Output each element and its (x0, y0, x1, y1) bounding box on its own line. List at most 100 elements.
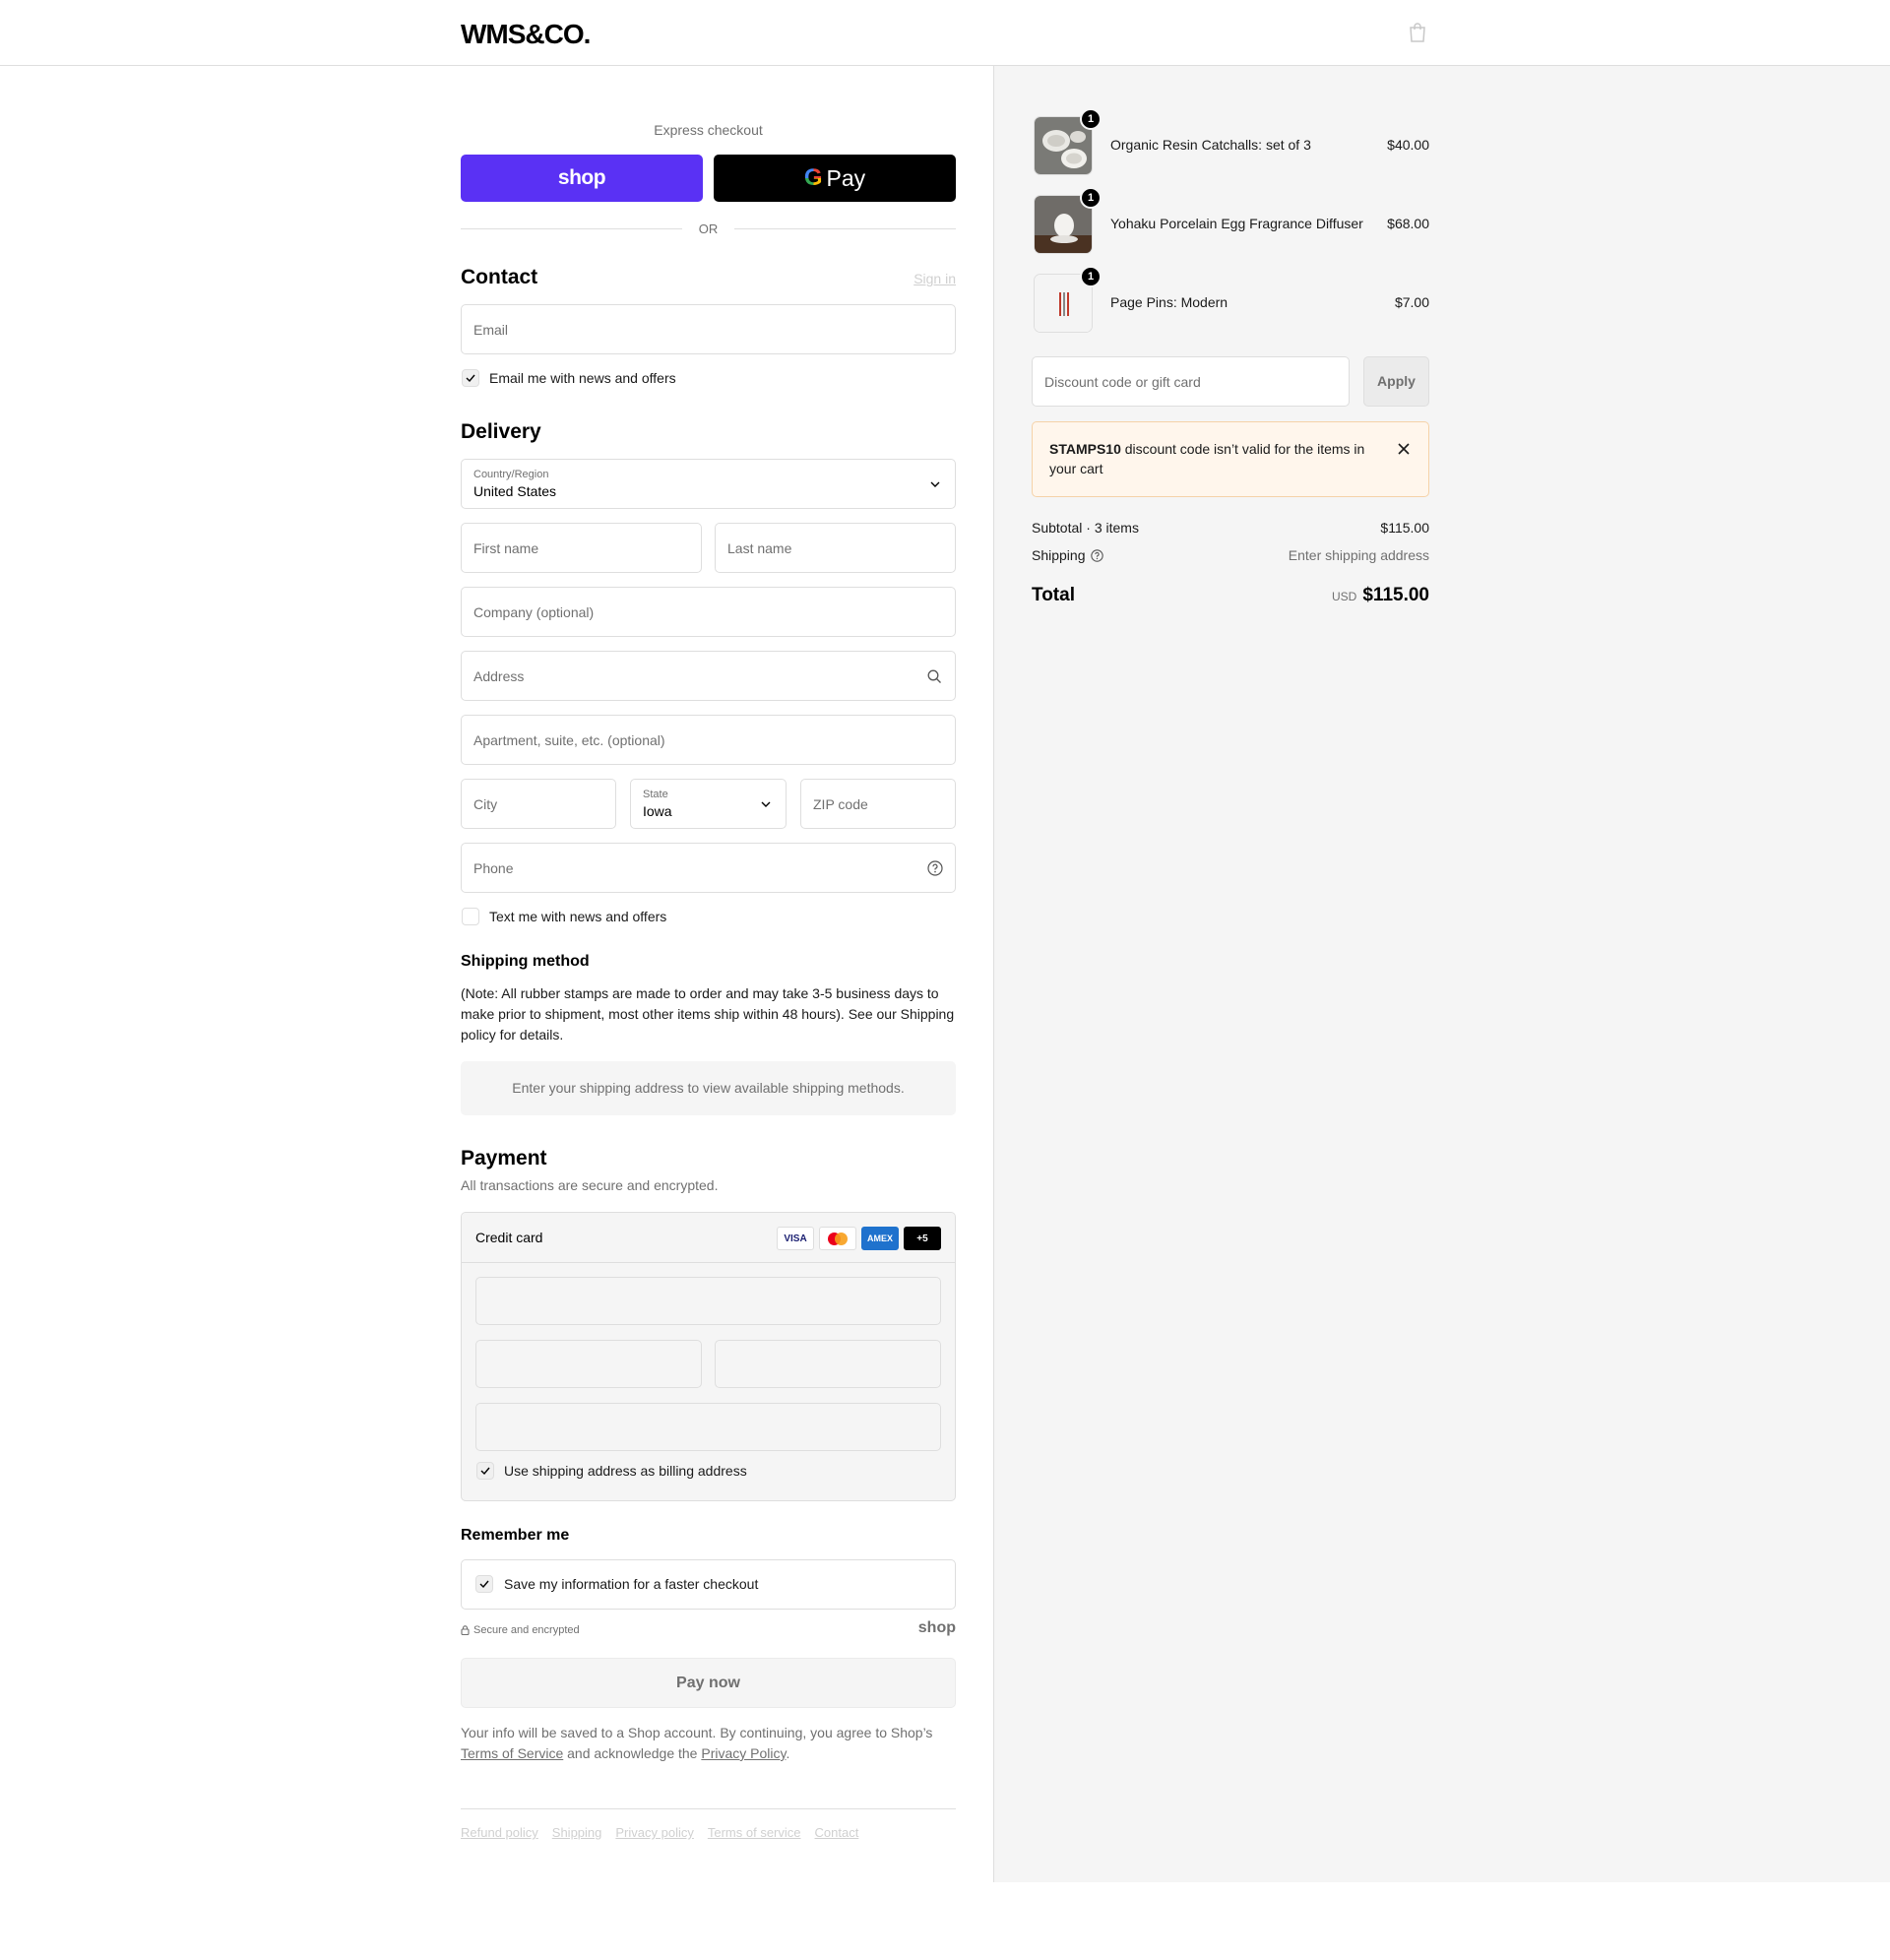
company-placeholder: Company (optional) (473, 604, 595, 620)
or-text: OR (698, 221, 719, 236)
chevron-down-icon (761, 801, 771, 807)
email-news-label: Email me with news and offers (489, 370, 676, 386)
zip-field[interactable]: ZIP code (800, 779, 956, 829)
card-expiry-field[interactable] (475, 1340, 702, 1388)
legal-post: . (786, 1745, 790, 1761)
apartment-placeholder: Apartment, suite, etc. (optional) (473, 732, 665, 748)
card-cvv-field[interactable] (715, 1340, 941, 1388)
item-price: $40.00 (1387, 137, 1429, 153)
credit-card-option[interactable]: Credit card VISA AMEX +5 (462, 1213, 955, 1263)
last-name-field[interactable]: Last name (715, 523, 956, 573)
legal-pre: Your info will be saved to a Shop accoun… (461, 1725, 933, 1740)
pay-now-button[interactable]: Pay now (461, 1658, 956, 1708)
city-field[interactable]: City (461, 779, 616, 829)
city-placeholder: City (473, 796, 498, 812)
apartment-field[interactable]: Apartment, suite, etc. (optional) (461, 715, 956, 765)
shipping-value: Enter shipping address (1288, 547, 1429, 563)
chevron-down-icon (930, 481, 940, 487)
shipping-method-title: Shipping method (461, 953, 590, 970)
company-field[interactable]: Company (optional) (461, 587, 956, 637)
state-value: Iowa (643, 803, 672, 819)
item-name: Yohaku Porcelain Egg Fragrance Diffuser (1110, 216, 1363, 231)
privacy-policy-link[interactable]: Privacy policy (615, 1825, 693, 1840)
phone-field[interactable]: Phone (461, 843, 956, 893)
terms-link[interactable]: Terms of Service (461, 1745, 563, 1761)
checkout-header: WMS&CO. (0, 0, 1890, 66)
subtotal-value: $115.00 (1380, 520, 1429, 536)
cart-item: 1 Organic Resin Catchalls: set of 3 $40.… (1032, 108, 1429, 176)
apply-button[interactable]: Apply (1363, 356, 1429, 407)
privacy-link[interactable]: Privacy Policy (701, 1745, 786, 1761)
remember-me-box: Save my information for a faster checkou… (461, 1559, 956, 1610)
shipping-note: (Note: All rubber stamps are made to ord… (461, 985, 955, 1043)
secure-note: Secure and encrypted (461, 1624, 580, 1636)
cart-item: 1 Page Pins: Modern $7.00 (1032, 266, 1429, 334)
phone-placeholder: Phone (473, 860, 514, 876)
sign-in-link[interactable]: Sign in (914, 271, 956, 286)
or-divider: OR (461, 220, 956, 239)
currency-code: USD (1332, 590, 1357, 603)
save-info-checkbox[interactable] (475, 1575, 493, 1593)
quantity-badge: 1 (1080, 266, 1102, 287)
google-icon: G (803, 164, 823, 191)
address-field[interactable]: Address (461, 651, 956, 701)
discount-code: STAMPS10 (1049, 441, 1121, 457)
search-icon (927, 669, 941, 683)
refund-policy-link[interactable]: Refund policy (461, 1825, 538, 1840)
email-placeholder: Email (473, 322, 509, 338)
shipping-row: Shipping Enter shipping address (1032, 547, 1429, 563)
alert-message: STAMPS10 discount code isn’t valid for t… (1049, 439, 1374, 478)
footer-links: Refund policy Shipping Privacy policy Te… (461, 1825, 858, 1840)
order-summary-panel (993, 66, 1890, 1882)
shop-pay-button[interactable]: shop (461, 155, 703, 202)
text-news-label: Text me with news and offers (489, 909, 667, 924)
state-select[interactable]: State Iowa (630, 779, 787, 829)
first-name-placeholder: First name (473, 540, 539, 556)
contact-link[interactable]: Contact (815, 1825, 859, 1840)
help-icon[interactable] (927, 860, 943, 876)
text-news-checkbox[interactable] (462, 908, 479, 925)
lock-icon (461, 1625, 470, 1635)
credit-card-label: Credit card (475, 1230, 543, 1245)
remember-me-title: Remember me (461, 1527, 570, 1544)
card-number-field[interactable] (475, 1277, 941, 1325)
total-value: USD $115.00 (1332, 585, 1429, 606)
last-name-placeholder: Last name (727, 540, 792, 556)
email-field[interactable]: Email (461, 304, 956, 354)
country-label: Country/Region (473, 469, 549, 480)
country-select[interactable]: Country/Region United States (461, 459, 956, 509)
discount-code-field[interactable]: Discount code or gift card (1032, 356, 1350, 407)
close-icon[interactable] (1397, 442, 1411, 456)
item-name: Organic Resin Catchalls: set of 3 (1110, 137, 1311, 153)
google-pay-label: Pay (826, 164, 866, 191)
billing-address-checkbox[interactable] (476, 1462, 494, 1480)
google-pay-button[interactable]: G Pay (714, 155, 956, 202)
shipping-label: Shipping (1032, 547, 1086, 563)
legal-mid: and acknowledge the (563, 1745, 702, 1761)
discount-error-alert: STAMPS10 discount code isn’t valid for t… (1032, 421, 1429, 497)
subtotal-row: Subtotal · 3 items $115.00 (1032, 520, 1429, 536)
total-label: Total (1032, 585, 1075, 605)
shop-logo: shop (917, 1619, 956, 1636)
country-value: United States (473, 483, 557, 499)
terms-of-service-link[interactable]: Terms of service (708, 1825, 801, 1840)
legal-text: Your info will be saved to a Shop accoun… (461, 1723, 956, 1764)
zip-placeholder: ZIP code (813, 796, 868, 812)
email-news-checkbox[interactable] (462, 369, 479, 387)
shop-pay-label: shop (557, 166, 606, 189)
billing-address-label: Use shipping address as billing address (504, 1463, 747, 1479)
visa-icon: VISA (777, 1227, 814, 1250)
store-logo[interactable]: WMS&CO. (461, 19, 591, 50)
contact-title: Contact (461, 266, 538, 288)
more-cards-badge: +5 (904, 1227, 941, 1250)
secure-text: Secure and encrypted (473, 1624, 580, 1636)
card-name-field[interactable] (475, 1403, 941, 1451)
cart-item: 1 Yohaku Porcelain Egg Fragrance Diffuse… (1032, 187, 1429, 255)
payment-subtitle: All transactions are secure and encrypte… (461, 1177, 719, 1193)
shipping-link[interactable]: Shipping (552, 1825, 602, 1840)
express-checkout-label: Express checkout (654, 122, 763, 138)
bag-icon[interactable] (1408, 22, 1427, 43)
first-name-field[interactable]: First name (461, 523, 702, 573)
help-icon[interactable] (1091, 549, 1103, 562)
state-label: State (643, 789, 668, 800)
